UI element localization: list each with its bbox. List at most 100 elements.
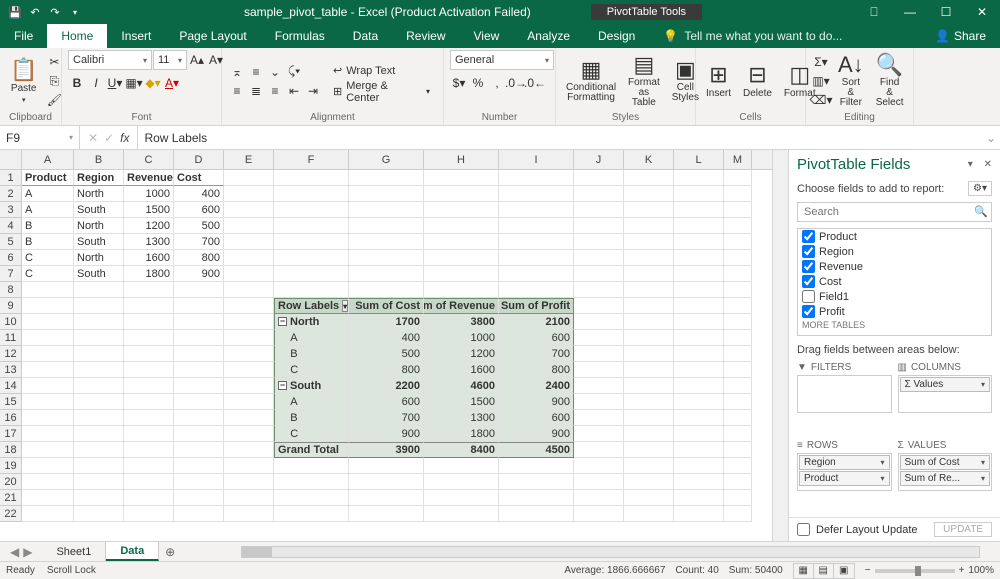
cell-E20[interactable] — [224, 474, 274, 490]
cell-E21[interactable] — [224, 490, 274, 506]
cell-L11[interactable] — [674, 330, 724, 346]
col-header-K[interactable]: K — [624, 150, 674, 169]
collapse-icon[interactable]: − — [278, 317, 287, 326]
rows-dropzone[interactable]: Region▾Product▾ — [797, 453, 892, 491]
cell-C4[interactable]: 1200 — [124, 218, 174, 234]
autosum-icon[interactable]: Σ▾ — [812, 53, 830, 71]
cell-H21[interactable] — [424, 490, 499, 506]
col-header-C[interactable]: C — [124, 150, 174, 169]
cell-E14[interactable] — [224, 378, 274, 394]
cell-M6[interactable] — [724, 250, 752, 266]
cell-A8[interactable] — [22, 282, 74, 298]
italic-button[interactable]: I — [87, 74, 105, 92]
field-checkbox[interactable] — [802, 275, 815, 288]
cell-A6[interactable]: C — [22, 250, 74, 266]
cell-B4[interactable]: North — [74, 218, 124, 234]
fill-color-icon[interactable]: ◆▾ — [144, 74, 162, 92]
cell-K11[interactable] — [624, 330, 674, 346]
row-header-8[interactable]: 8 — [0, 282, 22, 298]
cell-D19[interactable] — [174, 458, 224, 474]
cell-A17[interactable] — [22, 426, 74, 442]
cell-F18[interactable]: Grand Total — [274, 442, 349, 458]
cell-M15[interactable] — [724, 394, 752, 410]
cell-D22[interactable] — [174, 506, 224, 522]
field-checkbox[interactable] — [802, 260, 815, 273]
collapse-icon[interactable]: − — [278, 381, 287, 390]
cell-H7[interactable] — [424, 266, 499, 282]
align-top-icon[interactable]: ⌅ — [228, 63, 246, 81]
row-header-13[interactable]: 13 — [0, 362, 22, 378]
cell-G7[interactable] — [349, 266, 424, 282]
pane-dropdown-icon[interactable]: ▾ — [968, 159, 973, 170]
cell-K2[interactable] — [624, 186, 674, 202]
cell-M22[interactable] — [724, 506, 752, 522]
share-button[interactable]: 👤Share — [921, 24, 1000, 48]
cell-A21[interactable] — [22, 490, 74, 506]
cell-H14[interactable]: 4600 — [424, 378, 499, 394]
horizontal-scrollbar[interactable] — [181, 542, 1000, 561]
cell-K10[interactable] — [624, 314, 674, 330]
cell-I11[interactable]: 600 — [499, 330, 574, 346]
cell-F13[interactable]: C — [274, 362, 349, 378]
cell-B12[interactable] — [74, 346, 124, 362]
cell-D2[interactable]: 400 — [174, 186, 224, 202]
cell-E5[interactable] — [224, 234, 274, 250]
cell-F20[interactable] — [274, 474, 349, 490]
more-tables[interactable]: MORE TABLES — [798, 319, 991, 331]
qat-dropdown-icon[interactable]: ▾ — [68, 5, 82, 19]
pane-gear-icon[interactable]: ⚙▾ — [968, 181, 992, 196]
cell-J16[interactable] — [574, 410, 624, 426]
align-bottom-icon[interactable]: ⌄ — [266, 63, 284, 81]
cell-A13[interactable] — [22, 362, 74, 378]
cell-C21[interactable] — [124, 490, 174, 506]
format-as-table-button[interactable]: ▤Format as Table — [624, 52, 664, 110]
cell-L1[interactable] — [674, 170, 724, 186]
select-all-corner[interactable] — [0, 150, 22, 169]
cell-C6[interactable]: 1600 — [124, 250, 174, 266]
cell-G17[interactable]: 900 — [349, 426, 424, 442]
cell-F15[interactable]: A — [274, 394, 349, 410]
merge-center-button[interactable]: ⊞Merge & Center▾ — [326, 82, 437, 102]
tab-home[interactable]: Home — [47, 24, 107, 48]
cell-K7[interactable] — [624, 266, 674, 282]
cell-I15[interactable]: 900 — [499, 394, 574, 410]
cell-C13[interactable] — [124, 362, 174, 378]
cell-E9[interactable] — [224, 298, 274, 314]
row-header-10[interactable]: 10 — [0, 314, 22, 330]
cell-C15[interactable] — [124, 394, 174, 410]
cell-M13[interactable] — [724, 362, 752, 378]
cell-L4[interactable] — [674, 218, 724, 234]
cell-H17[interactable]: 1800 — [424, 426, 499, 442]
cell-A7[interactable]: C — [22, 266, 74, 282]
cell-C2[interactable]: 1000 — [124, 186, 174, 202]
field-search-input[interactable] — [797, 202, 992, 222]
cell-B22[interactable] — [74, 506, 124, 522]
row-header-17[interactable]: 17 — [0, 426, 22, 442]
cell-J15[interactable] — [574, 394, 624, 410]
cell-C17[interactable] — [124, 426, 174, 442]
cell-C8[interactable] — [124, 282, 174, 298]
tab-page-layout[interactable]: Page Layout — [165, 24, 260, 48]
cell-L21[interactable] — [674, 490, 724, 506]
cell-M2[interactable] — [724, 186, 752, 202]
cell-C12[interactable] — [124, 346, 174, 362]
minimize-icon[interactable]: — — [892, 0, 928, 24]
cell-I8[interactable] — [499, 282, 574, 298]
cell-H18[interactable]: 8400 — [424, 442, 499, 458]
cell-K22[interactable] — [624, 506, 674, 522]
tab-nav-prev-icon[interactable]: ◀ — [10, 545, 19, 559]
cell-G11[interactable]: 400 — [349, 330, 424, 346]
cell-D15[interactable] — [174, 394, 224, 410]
increase-indent-icon[interactable]: ⇥ — [304, 82, 322, 100]
field-field1[interactable]: Field1 — [798, 289, 991, 304]
col-header-F[interactable]: F — [274, 150, 349, 169]
save-icon[interactable]: 💾 — [8, 5, 22, 19]
area-chip[interactable]: Sum of Re...▾ — [900, 471, 991, 486]
cell-L6[interactable] — [674, 250, 724, 266]
sort-filter-button[interactable]: A↓Sort & Filter — [834, 52, 868, 110]
cell-C3[interactable]: 1500 — [124, 202, 174, 218]
cell-K17[interactable] — [624, 426, 674, 442]
cell-A22[interactable] — [22, 506, 74, 522]
cell-K3[interactable] — [624, 202, 674, 218]
tab-data[interactable]: Data — [339, 24, 392, 48]
